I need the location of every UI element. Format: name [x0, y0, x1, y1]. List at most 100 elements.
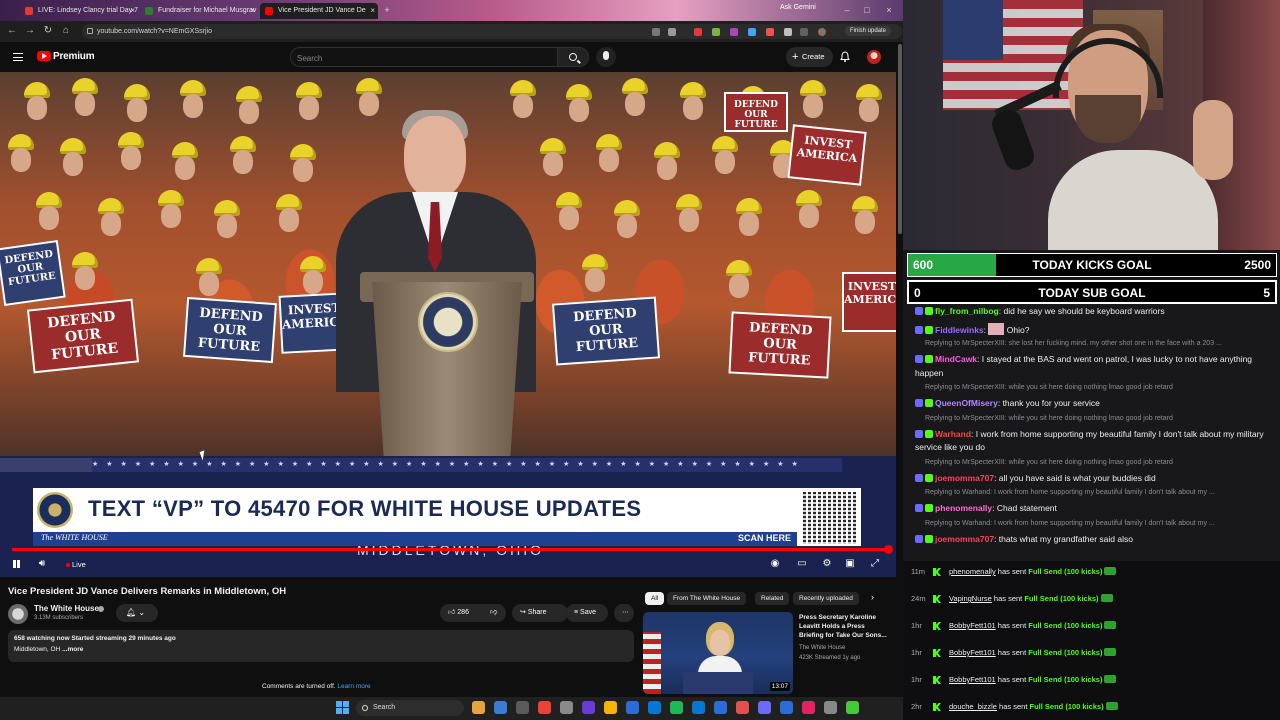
description-more-link[interactable]: ...more	[62, 646, 83, 653]
notifications-bell-icon[interactable]	[840, 51, 850, 62]
new-tab-button[interactable]: +	[380, 3, 394, 17]
extension-icon[interactable]	[748, 28, 756, 36]
recommendation-thumbnail[interactable]: 13:07	[643, 612, 793, 694]
close-icon[interactable]: ×	[370, 3, 375, 19]
chat-username[interactable]: MindCawk	[935, 354, 977, 364]
chat-message[interactable]: joemomma707: thats what my grandfather s…	[915, 533, 1270, 547]
miniplayer-icon[interactable]: ▣	[843, 557, 857, 571]
taskbar-app-icon[interactable]	[670, 701, 683, 714]
taskbar-app-icon[interactable]	[582, 701, 595, 714]
account-avatar[interactable]	[867, 50, 881, 64]
chat-message[interactable]: phenomenally: Chad statement	[915, 502, 1270, 516]
taskbar-app-icon[interactable]	[714, 701, 727, 714]
close-icon[interactable]: ×	[130, 3, 135, 19]
taskbar-app-icon[interactable]	[626, 701, 639, 714]
reload-icon[interactable]: ↻	[41, 24, 55, 38]
save-button[interactable]: ≡ Save	[566, 604, 608, 622]
event-username[interactable]: VapingNurse	[949, 594, 992, 603]
taskbar-search[interactable]: Search	[356, 700, 464, 716]
youtube-logo-icon[interactable]	[37, 51, 51, 61]
close-window-icon[interactable]: ×	[882, 3, 896, 17]
profile-icon[interactable]	[818, 28, 826, 36]
tab-lindsey-clancy-trial[interactable]: LIVE: Lindsey Clancy trial Day 7 ×	[20, 3, 138, 19]
chip-related[interactable]: Related	[755, 592, 790, 605]
chip-all[interactable]: All	[645, 592, 665, 605]
fullscreen-icon[interactable]: ⤢	[868, 557, 882, 571]
extensions-puzzle-icon[interactable]	[784, 28, 792, 36]
event-username[interactable]: douche_bizzle	[949, 702, 997, 711]
ask-gemini-button[interactable]: Ask Gemini	[780, 4, 816, 11]
home-icon[interactable]: ⌂	[59, 24, 73, 38]
event-username[interactable]: BobbyFett101	[949, 648, 996, 657]
chat-username[interactable]: Warhand	[935, 429, 971, 439]
subscribed-notifications-button[interactable]: 🔔︎ ⌄	[116, 604, 158, 622]
taskbar-app-icon[interactable]	[560, 701, 573, 714]
chat-username[interactable]: phenomenally	[935, 503, 992, 513]
search-button[interactable]	[557, 47, 589, 67]
taskbar-app-icon[interactable]	[648, 701, 661, 714]
chevron-right-icon[interactable]: ›	[871, 592, 874, 602]
live-label[interactable]: Live	[72, 560, 86, 569]
chat-username[interactable]: fly_from_nilbog	[935, 306, 999, 316]
address-bar[interactable]: youtube.com/watch?v=NEmGXSsrjio	[82, 24, 902, 39]
video-player[interactable]: DEFEND OUR FUTURE DEFEND OUR FUTURE INVE…	[0, 72, 896, 577]
extension-icon[interactable]	[712, 28, 720, 36]
search-input[interactable]	[297, 52, 547, 64]
chat-username[interactable]: Fiddlewinks	[935, 325, 984, 335]
forward-icon[interactable]: →	[23, 24, 37, 38]
download-icon[interactable]	[800, 28, 808, 36]
chat-message[interactable]: joemomma707: all you have said is what y…	[915, 472, 1270, 486]
taskbar-app-icon[interactable]	[516, 701, 529, 714]
chat-message[interactable]: MindCawk: I stayed at the BAS and went o…	[915, 353, 1270, 380]
channel-name[interactable]: The White House	[34, 604, 99, 613]
taskbar-app-icon[interactable]	[472, 701, 485, 714]
install-app-icon[interactable]	[652, 28, 660, 36]
settings-gear-icon[interactable]: ⚙	[820, 557, 834, 571]
taskbar-app-icon[interactable]	[494, 701, 507, 714]
progress-bar[interactable]	[12, 548, 890, 551]
event-username[interactable]: phenomenally	[949, 567, 996, 576]
chat-message[interactable]: fly_from_nilbog: did he say we should be…	[915, 305, 1270, 319]
chat-username[interactable]: joemomma707	[935, 534, 994, 544]
taskbar-app-icon[interactable]	[802, 701, 815, 714]
chip-recently-uploaded[interactable]: Recently uploaded	[793, 592, 859, 605]
taskbar-app-icon[interactable]	[824, 701, 837, 714]
site-info-icon[interactable]	[87, 28, 93, 34]
volume-icon[interactable]: 🔊︎	[35, 557, 49, 571]
chip-from-the-white-house[interactable]: From The White House	[667, 592, 747, 605]
recommendation-channel[interactable]: The White House	[799, 645, 845, 651]
pause-icon[interactable]	[9, 557, 23, 571]
subtitles-icon[interactable]: ▭	[795, 557, 809, 571]
chat-username[interactable]: joemomma707	[935, 473, 994, 483]
taskbar-app-icon[interactable]	[780, 701, 793, 714]
finish-update-button[interactable]: Finish update	[845, 26, 892, 36]
close-icon[interactable]: ×	[250, 3, 255, 19]
voice-search-button[interactable]	[596, 47, 616, 67]
taskbar-app-icon[interactable]	[604, 701, 617, 714]
description-box[interactable]: 658 watching now Started streaming 29 mi…	[8, 630, 634, 662]
scrollbar-thumb[interactable]	[898, 44, 902, 234]
chat-message[interactable]: QueenOfMisery: thank you for your servic…	[915, 397, 1270, 411]
maximize-icon[interactable]: □	[860, 3, 874, 17]
tab-vice-president-video[interactable]: Vice President JD Vance De ×	[260, 3, 378, 19]
taskbar-app-icon[interactable]	[736, 701, 749, 714]
extension-icon[interactable]	[730, 28, 738, 36]
windows-start-icon[interactable]	[336, 701, 349, 714]
minimize-icon[interactable]: –	[840, 3, 854, 17]
taskbar-app-icon[interactable]	[538, 701, 551, 714]
autoplay-toggle-icon[interactable]: ◉	[768, 557, 782, 571]
recommendation-title[interactable]: Press Secretary Karoline Leavitt Holds a…	[799, 613, 891, 640]
chat-message[interactable]: Warhand: I work from home supporting my …	[915, 428, 1270, 455]
youtube-logo-text[interactable]: Premium	[53, 51, 95, 62]
event-username[interactable]: BobbyFett101	[949, 675, 996, 684]
taskbar-app-icon[interactable]	[758, 701, 771, 714]
menu-icon[interactable]	[13, 53, 23, 61]
learn-more-link[interactable]: Learn more	[337, 683, 370, 690]
taskbar-app-icon[interactable]	[692, 701, 705, 714]
extension-icon[interactable]	[694, 28, 702, 36]
chat-message[interactable]: Fiddlewinks: Ohio?	[915, 322, 1270, 338]
back-icon[interactable]: ←	[5, 24, 19, 38]
create-button[interactable]: Create	[786, 47, 833, 67]
chat-username[interactable]: QueenOfMisery	[935, 398, 998, 408]
dislike-button[interactable]: 👎︎	[482, 604, 506, 622]
